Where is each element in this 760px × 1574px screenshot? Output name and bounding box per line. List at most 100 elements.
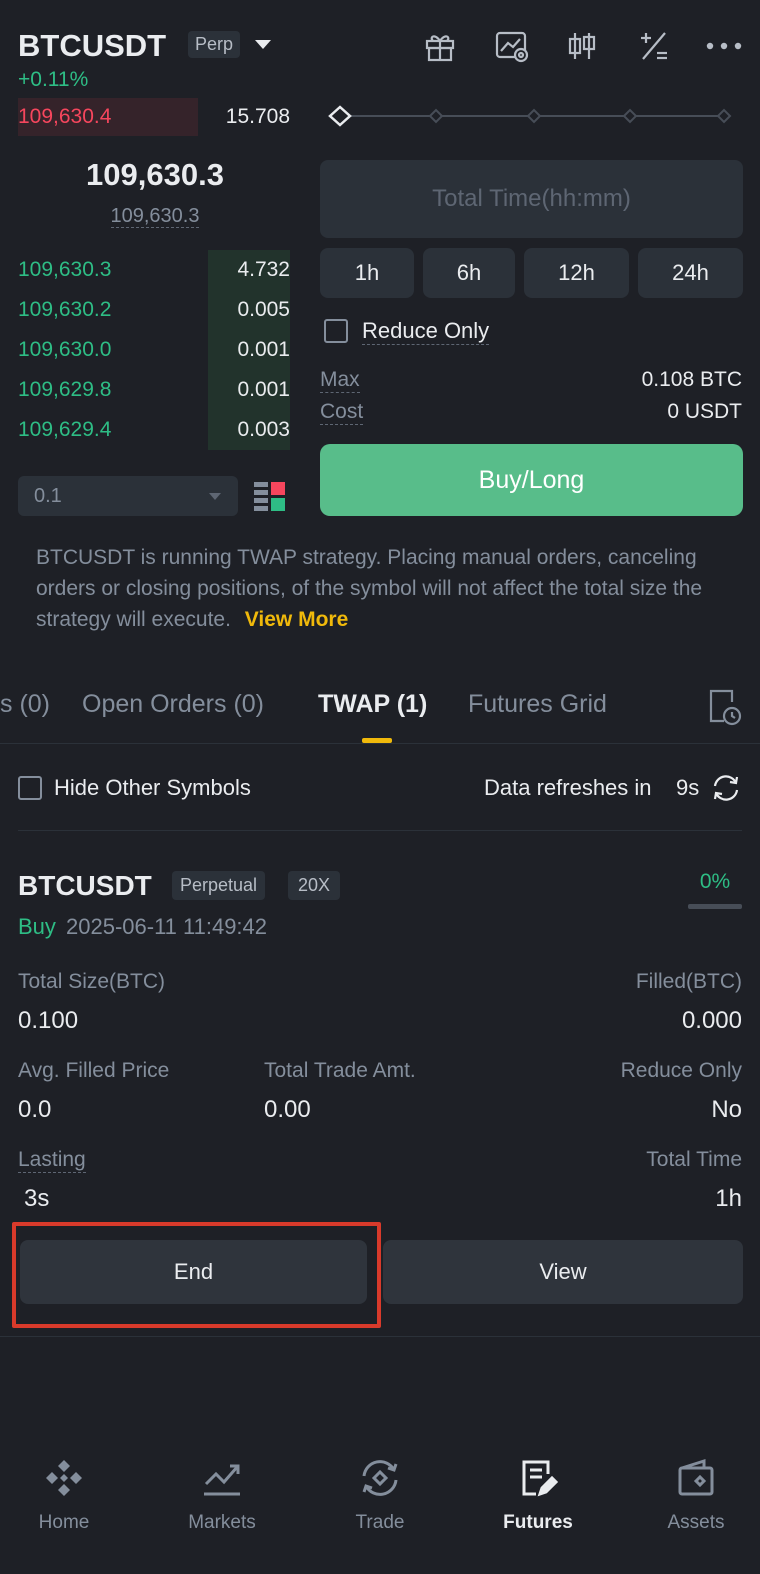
nav-home-label: Home <box>38 1512 90 1533</box>
bid-qty: 0.001 <box>237 338 290 361</box>
price-change: +0.11% <box>18 68 89 91</box>
nav-trade-label: Trade <box>355 1512 405 1533</box>
markets-icon <box>204 1464 240 1496</box>
view-button-label: View <box>539 1259 587 1284</box>
reduce-only-checkbox[interactable] <box>324 319 348 343</box>
order-side: Buy <box>18 914 56 939</box>
contract-badge[interactable]: Perp <box>188 31 241 58</box>
bid-price: 109,630.2 <box>18 298 112 321</box>
total-time-label: Total Time <box>646 1148 742 1171</box>
tab-futures-grid[interactable]: Futures Grid <box>468 690 607 719</box>
total-trade-amt-value: 0.00 <box>264 1096 311 1123</box>
tab-positions[interactable]: s (0) <box>0 690 50 719</box>
avg-filled-price-label: Avg. Filled Price <box>18 1059 170 1082</box>
view-more-link[interactable]: View More <box>245 608 348 631</box>
nav-markets[interactable]: Markets <box>162 1456 282 1534</box>
refresh-seconds: 9s <box>676 775 700 800</box>
bid-qty: 4.732 <box>237 258 290 281</box>
ask-row[interactable]: 109,630.4 15.708 <box>18 98 290 136</box>
precision-select[interactable]: 0.1 <box>18 476 238 516</box>
preset-6h-button[interactable]: 6h <box>423 248 515 298</box>
total-size-label: Total Size(BTC) <box>18 970 166 993</box>
max-value: 0.108 BTC <box>641 368 742 391</box>
more-icon[interactable] <box>704 26 744 66</box>
nav-trade[interactable]: Trade <box>320 1456 440 1534</box>
bid-price: 109,629.4 <box>18 418 112 441</box>
bid-price: 109,629.8 <box>18 378 112 401</box>
refresh-label: Data refreshes in <box>484 775 652 800</box>
lasting-value: 3s <box>24 1185 50 1212</box>
reduce-only-value: No <box>711 1096 742 1123</box>
nav-home[interactable]: Home <box>4 1456 124 1534</box>
chevron-down-icon <box>209 493 221 500</box>
bid-row[interactable]: 109,629.4 0.003 <box>18 410 290 450</box>
home-icon <box>46 1460 82 1496</box>
cost-label: Cost <box>320 400 364 425</box>
mark-price-value: 109,630.3 <box>110 205 200 228</box>
symbol-dropdown-icon[interactable] <box>254 38 272 56</box>
bid-row[interactable]: 109,629.8 0.001 <box>18 370 290 410</box>
preset-12h-button[interactable]: 12h <box>524 248 629 298</box>
leverage-badge: 20X <box>288 871 341 900</box>
wallet-icon <box>678 1458 714 1496</box>
buy-long-label: Buy/Long <box>478 465 585 494</box>
nav-futures-label: Futures <box>503 1512 573 1533</box>
bid-price: 109,630.3 <box>18 258 112 281</box>
filled-value: 0.000 <box>681 1007 742 1034</box>
total-size-value: 0.100 <box>18 1007 79 1034</box>
max-label: Max <box>320 368 360 393</box>
buy-long-button[interactable]: Buy/Long <box>320 444 743 516</box>
lasting-label: Lasting <box>18 1148 86 1173</box>
bid-row[interactable]: 109,630.0 0.001 <box>18 330 290 370</box>
trade-icon <box>362 1460 398 1496</box>
ask-price: 109,630.4 <box>18 105 112 128</box>
tab-open-orders[interactable]: Open Orders (0) <box>82 690 264 719</box>
avg-filled-price-value: 0.0 <box>18 1096 52 1123</box>
last-price: 109,630.3 <box>86 157 224 192</box>
total-trade-amt-label: Total Trade Amt. <box>264 1059 416 1082</box>
nav-markets-label: Markets <box>188 1512 256 1533</box>
bid-row[interactable]: 109,630.2 0.005 <box>18 290 290 330</box>
notice-text: BTCUSDT is running TWAP strategy. Placin… <box>36 546 703 631</box>
nav-assets-label: Assets <box>667 1512 725 1533</box>
order-history-icon[interactable] <box>708 688 742 731</box>
order-type-badge: Perpetual <box>172 871 266 900</box>
order-symbol: BTCUSDT <box>18 870 152 901</box>
candlestick-icon[interactable] <box>562 26 602 66</box>
gift-icon[interactable] <box>420 26 460 66</box>
bid-qty: 0.001 <box>237 378 290 401</box>
view-button[interactable]: View <box>383 1240 743 1304</box>
reduce-only-label: Reduce Only <box>620 1059 742 1082</box>
order-timestamp: 2025-06-11 11:49:42 <box>66 914 268 939</box>
filter-divider <box>18 830 742 831</box>
preset-24h-button[interactable]: 24h <box>638 248 743 298</box>
hide-other-symbols-label[interactable]: Hide Other Symbols <box>54 775 251 801</box>
total-time-placeholder: Total Time(hh:mm) <box>432 185 631 212</box>
orderbook-layout-icon[interactable] <box>254 480 286 517</box>
bid-row[interactable]: 109,630.3 4.732 <box>18 250 290 290</box>
bid-qty: 0.003 <box>237 418 290 441</box>
tab-twap[interactable]: TWAP (1) <box>318 690 427 719</box>
reduce-only-label[interactable]: Reduce Only <box>362 318 490 345</box>
progress-bar <box>688 904 742 909</box>
cost-value: 0 USDT <box>667 400 742 423</box>
futures-icon <box>522 1460 559 1497</box>
precision-value: 0.1 <box>34 485 62 507</box>
refresh-icon[interactable] <box>710 773 742 808</box>
tabs-divider <box>0 743 760 744</box>
end-button[interactable]: End <box>20 1240 367 1304</box>
nav-futures[interactable]: Futures <box>478 1456 598 1534</box>
chart-settings-icon[interactable] <box>492 26 532 66</box>
end-button-label: End <box>173 1259 214 1284</box>
symbol-title[interactable]: BTCUSDT <box>18 28 166 64</box>
total-time-input[interactable]: Total Time(hh:mm) <box>320 160 743 238</box>
progress-percent: 0% <box>699 870 731 893</box>
hide-other-symbols-checkbox[interactable] <box>18 776 42 800</box>
preset-1h-button[interactable]: 1h <box>320 248 414 298</box>
bid-qty: 0.005 <box>237 298 290 321</box>
nav-assets[interactable]: Assets <box>636 1456 756 1534</box>
leverage-slider[interactable] <box>324 100 742 132</box>
calculator-icon[interactable] <box>634 26 674 66</box>
mark-price[interactable]: 109,630.3 <box>0 205 310 228</box>
total-time-value: 1h <box>715 1185 742 1212</box>
